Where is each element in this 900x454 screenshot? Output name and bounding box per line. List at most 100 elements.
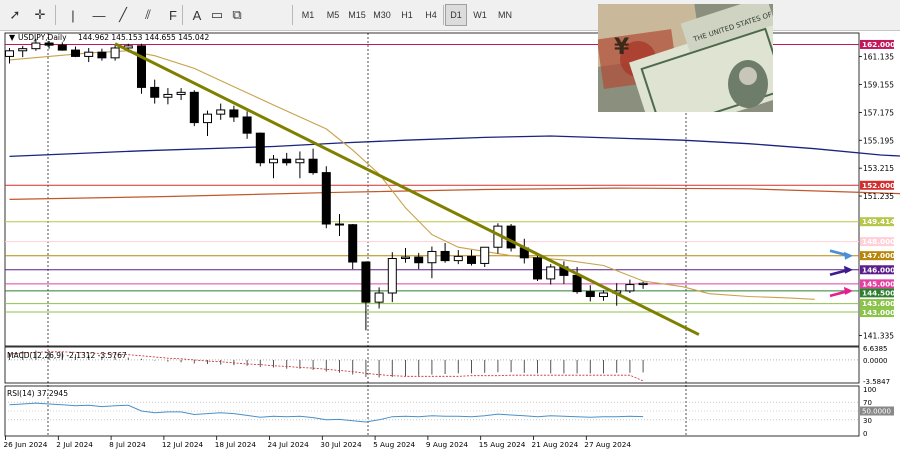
trendline-icon[interactable]: ╱: [112, 4, 134, 26]
candle-body-bear: [97, 51, 107, 59]
candle-body-bull: [176, 91, 186, 95]
timeframe-m5[interactable]: M5: [322, 4, 344, 26]
toolbar-separator: [292, 5, 293, 25]
label-icon[interactable]: ▭: [206, 4, 228, 26]
candle: [387, 252, 397, 303]
time-tick-label: 8 Jul 2024: [109, 440, 146, 449]
candle: [585, 285, 595, 302]
toolbar-separator: [443, 5, 444, 25]
price-tick-label: 159.155: [863, 81, 894, 90]
candle-body-bull: [31, 42, 41, 50]
price-level-label: 147.000: [862, 251, 895, 260]
candle-body-bear: [572, 274, 582, 293]
candle-body-bull: [387, 258, 397, 294]
rsi-line: [9, 402, 644, 423]
candle: [480, 246, 490, 267]
price-tick-label: 141.335: [863, 331, 894, 340]
rsi-tick-label: 30: [863, 417, 872, 425]
rsi-pane-frame: [4, 385, 860, 437]
candle-body-bear: [414, 256, 424, 264]
time-tick-label: 9 Aug 2024: [426, 440, 468, 449]
banknote-image: ¥ THE UNITED STATES OF AMERICA: [598, 4, 773, 112]
candle: [321, 166, 331, 229]
candle-body-bull: [401, 256, 410, 260]
equidistant-channel-icon[interactable]: ⫽: [137, 4, 159, 26]
price-tick-label: 151.235: [863, 192, 894, 201]
candle-body-bear: [150, 86, 160, 98]
toolbar-separator: [55, 5, 56, 25]
candle-body-bull: [216, 109, 226, 115]
crosshair-icon[interactable]: ✛: [29, 4, 51, 26]
candle: [242, 111, 252, 139]
candle-body-bull: [638, 282, 648, 286]
candle-body-bear: [440, 250, 450, 262]
candle-body-bear: [506, 225, 516, 249]
candle: [57, 42, 67, 51]
candle: [282, 152, 292, 166]
candle: [18, 45, 28, 58]
candle: [440, 243, 450, 263]
ohlc-readout: 144.962 145.153 144.655 145.042: [78, 33, 209, 42]
candle-body-bull: [546, 266, 556, 280]
candle-body-bull: [453, 255, 463, 262]
price-tick-label: 155.195: [863, 136, 894, 145]
timeframe-h1[interactable]: H1: [396, 4, 418, 26]
timeframe-mn[interactable]: MN: [494, 4, 516, 26]
price-level-label: 143.000: [862, 308, 895, 317]
candle-body-bull: [374, 292, 384, 303]
time-tick-label: 27 Aug 2024: [584, 440, 631, 449]
time-tick-label: 5 Aug 2024: [373, 440, 415, 449]
rsi-tick-label: 70: [863, 399, 872, 407]
candle-body-bull: [427, 250, 437, 264]
candle-body-bull: [295, 158, 305, 164]
candle: [493, 223, 503, 254]
magenta-arrow-icon-head: [844, 286, 853, 295]
time-tick-label: 24 Jul 2024: [268, 440, 310, 449]
candle-body-bull: [163, 93, 173, 98]
candle: [533, 255, 542, 282]
candle-body-bull: [110, 47, 120, 59]
candle-body-bull: [269, 158, 278, 164]
candle: [216, 103, 226, 120]
candle: [335, 214, 344, 236]
horizontal-line-icon[interactable]: —: [88, 4, 110, 26]
candle-body-bear: [255, 132, 265, 164]
vertical-line-icon[interactable]: |: [62, 4, 84, 26]
candle: [269, 154, 278, 179]
candle-body-bull: [18, 48, 28, 52]
shapes-icon[interactable]: ⧉: [226, 4, 248, 26]
banknote-yen-glyph: ¥: [614, 35, 630, 60]
candle: [599, 290, 608, 301]
text-icon[interactable]: A: [186, 4, 208, 26]
timeframe-m15[interactable]: M15: [346, 4, 368, 26]
candle: [150, 79, 160, 104]
candle: [5, 47, 14, 64]
candle: [71, 46, 80, 58]
candle-body-bear: [308, 158, 318, 174]
candle-body-bull: [480, 246, 490, 264]
price-level-label: 144.500: [862, 288, 895, 297]
timeframe-m30[interactable]: M30: [371, 4, 393, 26]
candle: [110, 45, 120, 61]
candle: [625, 279, 635, 294]
timeframe-h4[interactable]: H4: [420, 4, 442, 26]
timeframe-d1[interactable]: D1: [445, 4, 467, 26]
fibonacci-icon[interactable]: F: [162, 4, 184, 26]
candle: [467, 250, 476, 266]
time-tick-label: 15 Aug 2024: [479, 440, 526, 449]
candle: [163, 88, 173, 105]
candle: [546, 264, 556, 285]
macd-label: MACD(12,26,9) -2.1312 -3.5767: [7, 351, 127, 360]
candle: [638, 281, 648, 289]
timeframe-w1[interactable]: W1: [469, 4, 491, 26]
blue-arrow-icon-head: [844, 251, 853, 260]
price-tick-label: 157.175: [863, 108, 894, 117]
cursor-icon[interactable]: ➚: [4, 4, 26, 26]
timeframe-m1[interactable]: M1: [297, 4, 319, 26]
time-tick-label: 30 Jul 2024: [320, 440, 362, 449]
chart-collapse-icon[interactable]: ▼: [9, 33, 16, 42]
time-tick-label: 26 Jun 2024: [4, 440, 48, 449]
rsi-tick-label: 100: [863, 386, 876, 394]
candle-body-bull: [84, 51, 94, 57]
time-tick-label: 18 Jul 2024: [215, 440, 257, 449]
